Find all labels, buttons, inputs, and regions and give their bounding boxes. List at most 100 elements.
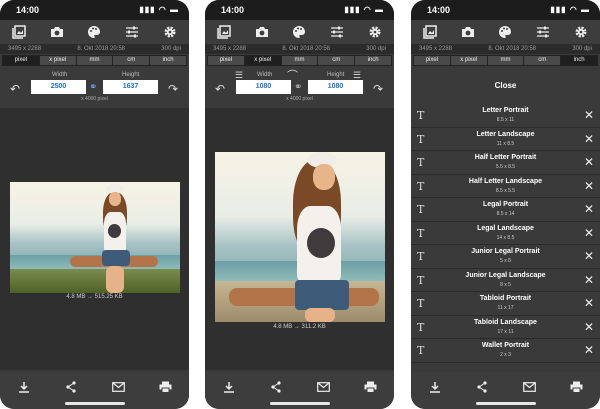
screenshot-collage: 14:00 ▮▮▮ ◠ ▬ 3495 x 2288 8. Okt 2018 20… (0, 0, 600, 409)
unit-tab-pixel[interactable]: pixel (414, 56, 451, 65)
mail-icon[interactable] (521, 380, 537, 394)
unit-tab-inch[interactable]: inch (355, 56, 391, 65)
preset-row[interactable]: T Half Letter Portrait 5.5 x 8.5 ✕ (411, 151, 600, 175)
height-input[interactable]: 1637 (103, 80, 158, 94)
link-icon[interactable]: ⚭ (89, 82, 97, 93)
download-icon[interactable] (16, 380, 32, 394)
share-icon[interactable] (63, 380, 79, 394)
preset-row[interactable]: T Junior Legal Landscape 8 x 5 ✕ (411, 269, 600, 292)
top-toolbar (205, 20, 394, 44)
phone-screen-presets: 14:00 ▮▮▮ ◠ ▬ 3495 x 2288 8. Okt 2018 20… (411, 0, 600, 409)
unit-tab-pixel[interactable]: pixel (3, 56, 40, 65)
preset-row[interactable]: T Tabloid Portrait 11 x 17 ✕ (411, 292, 600, 316)
photo-library-icon[interactable] (215, 23, 233, 41)
delete-icon[interactable]: ✕ (584, 155, 594, 169)
unit-tab-inch[interactable]: inch (150, 56, 186, 65)
sliders-icon[interactable] (123, 23, 141, 41)
palette-icon[interactable] (290, 23, 308, 41)
preset-row[interactable]: T Legal Landscape 14 x 8.5 ✕ (411, 222, 600, 245)
delete-icon[interactable]: ✕ (584, 249, 594, 263)
preset-row[interactable]: T Letter Landscape 11 x 8.5 ✕ (411, 128, 600, 151)
photo-library-icon[interactable] (421, 23, 439, 41)
unit-tab-mm[interactable]: mm (488, 56, 525, 65)
unit-tab-cm[interactable]: cm (318, 56, 356, 65)
unit-tab-mm[interactable]: mm (77, 56, 114, 65)
palette-icon[interactable] (85, 23, 103, 41)
status-time: 14:00 (221, 5, 245, 15)
photo-preview[interactable] (215, 152, 385, 322)
preset-name: Tabloid Portrait (479, 295, 532, 302)
delete-icon[interactable]: ✕ (584, 108, 594, 122)
height-input[interactable]: 1080 (308, 80, 363, 94)
preset-name: Junior Legal Landscape (465, 271, 546, 279)
preset-name: Letter Portrait (482, 107, 529, 114)
image-info-bar: 3495 x 2288 8. Okt 2018 20:58 300 dpi (0, 44, 189, 54)
unit-tab-cm[interactable]: cm (113, 56, 151, 65)
preset-row[interactable]: T Legal Portrait 8.5 x 14 ✕ (411, 198, 600, 222)
preset-row[interactable]: T Letter Portrait 8.5 x 11 ✕ (411, 104, 600, 128)
height-label: Height (122, 72, 140, 78)
delete-icon[interactable]: ✕ (584, 273, 594, 287)
mail-icon[interactable] (315, 380, 331, 394)
delete-icon[interactable]: ✕ (584, 226, 594, 240)
preset-row[interactable]: T Half Letter Landscape 8.5 x 5.5 ✕ (411, 175, 600, 198)
image-date: 8. Okt 2018 20:58 (77, 46, 126, 52)
download-icon[interactable] (221, 380, 237, 394)
status-icons: ▮▮▮ ◠ ▬ (344, 5, 384, 14)
delete-icon[interactable]: ✕ (584, 179, 594, 193)
delete-icon[interactable]: ✕ (584, 296, 594, 310)
photo-preview[interactable] (10, 182, 180, 293)
preset-row[interactable]: T Wallet Portrait 2 x 3 ✕ (411, 339, 600, 363)
delete-icon[interactable]: ✕ (584, 320, 594, 334)
link-icon[interactable]: ⚭ (294, 82, 302, 93)
preset-dims: 11 x 17 (497, 305, 514, 311)
delete-icon[interactable]: ✕ (584, 343, 594, 357)
delete-icon[interactable]: ✕ (584, 132, 594, 146)
print-icon[interactable] (362, 380, 378, 394)
sliders-icon[interactable] (328, 23, 346, 41)
unit-tab-inch[interactable]: inch (561, 56, 597, 65)
undo-icon[interactable]: ↶ (215, 82, 225, 96)
undo-icon[interactable]: ↶ (10, 82, 20, 96)
gear-icon[interactable] (366, 23, 384, 41)
preset-row[interactable]: T Junior Legal Portrait 5 x 8 ✕ (411, 245, 600, 269)
unit-tab-pixel[interactable]: pixel (208, 56, 245, 65)
preset-name: Half Letter Landscape (468, 177, 543, 185)
status-bar: 14:00 ▮▮▮ ◠ ▬ (205, 0, 394, 20)
redo-icon[interactable]: ↷ (168, 82, 178, 96)
palette-icon[interactable] (496, 23, 514, 41)
preset-name: Legal Landscape (477, 224, 534, 232)
status-time: 14:00 (16, 5, 40, 15)
unit-tab-x-pixel[interactable]: x pixel (40, 56, 77, 65)
width-input[interactable]: 2500 (31, 80, 86, 94)
unit-tab-mm[interactable]: mm (282, 56, 319, 65)
delete-icon[interactable]: ✕ (584, 202, 594, 216)
print-icon[interactable] (568, 380, 584, 394)
mail-icon[interactable] (110, 380, 126, 394)
camera-icon[interactable] (253, 23, 271, 41)
width-input[interactable]: 1080 (236, 80, 291, 94)
preset-dims: 8.5 x 11 (496, 117, 515, 123)
image-date: 8. Okt 2018 20:58 (488, 46, 537, 52)
image-canvas: 4.8 MB → 515.25 KB (0, 108, 189, 370)
preset-name: Half Letter Portrait (474, 154, 537, 161)
photo-library-icon[interactable] (10, 23, 28, 41)
sliders-icon[interactable] (534, 23, 552, 41)
unit-tab-x-pixel[interactable]: x pixel (451, 56, 488, 65)
phone-screen-pixel: 14:00 ▮▮▮ ◠ ▬ 3495 x 2288 8. Okt 2018 20… (0, 0, 189, 409)
status-bar: 14:00 ▮▮▮ ◠ ▬ (411, 0, 600, 20)
unit-tab-x-pixel[interactable]: x pixel (244, 56, 282, 65)
redo-icon[interactable]: ↷ (373, 82, 383, 96)
gear-icon[interactable] (572, 23, 590, 41)
preset-dims: 2 x 3 (500, 352, 511, 358)
camera-icon[interactable] (48, 23, 66, 41)
close-button[interactable]: Close (411, 68, 600, 104)
gear-icon[interactable] (161, 23, 179, 41)
download-icon[interactable] (427, 380, 443, 394)
unit-tab-cm[interactable]: cm (524, 56, 562, 65)
share-icon[interactable] (268, 380, 284, 394)
camera-icon[interactable] (459, 23, 477, 41)
preset-row[interactable]: T Tabloid Landscape 17 x 11 ✕ (411, 316, 600, 339)
print-icon[interactable] (157, 380, 173, 394)
share-icon[interactable] (474, 380, 490, 394)
